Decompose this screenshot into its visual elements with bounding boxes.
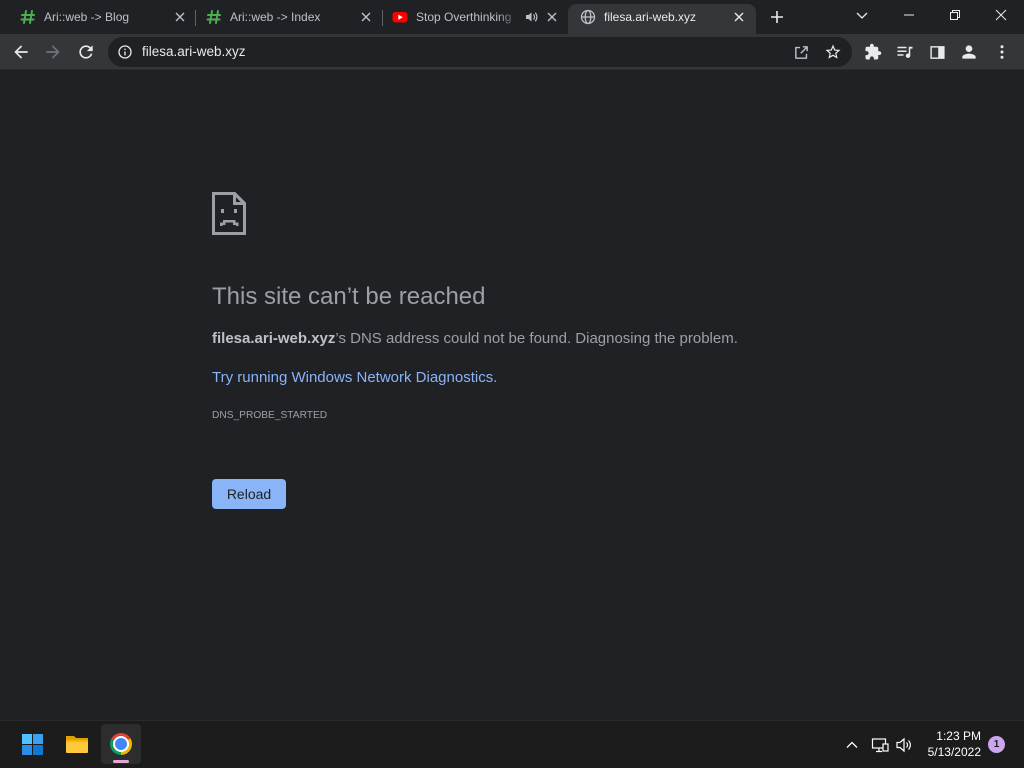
youtube-icon (392, 12, 408, 23)
hash-icon (206, 10, 221, 24)
globe-icon (580, 9, 596, 25)
tab-separator (195, 10, 196, 26)
close-icon (995, 9, 1007, 21)
restore-icon (950, 10, 960, 20)
more-vert-icon (1000, 45, 1004, 59)
tab-search-button[interactable] (846, 0, 878, 30)
close-icon (361, 12, 371, 22)
file-explorer-icon (66, 736, 88, 753)
hash-icon (20, 10, 35, 24)
tab-blog[interactable]: Ari::web -> Blog (12, 4, 198, 34)
tab-separator (382, 10, 383, 26)
puzzle-icon (865, 43, 882, 60)
info-icon[interactable] (117, 44, 133, 60)
close-window-button[interactable] (978, 0, 1024, 30)
profile-icon (962, 45, 976, 59)
close-icon (734, 12, 744, 22)
back-button[interactable] (5, 36, 37, 68)
close-icon (547, 12, 557, 22)
extensions-button[interactable] (857, 36, 889, 68)
error-domain: filesa.ari-web.xyz (212, 330, 336, 347)
tab-title: Stop Overthinking (416, 10, 512, 24)
chrome-taskbar-button[interactable] (101, 724, 141, 764)
start-button[interactable] (12, 724, 52, 764)
reload-page-button[interactable]: Reload (212, 479, 286, 509)
reload-button[interactable] (70, 36, 102, 68)
tab-active-filesa[interactable]: filesa.ari-web.xyz (568, 4, 756, 34)
page-content: This site can’t be reached filesa.ari-we… (0, 70, 1024, 720)
close-icon (175, 12, 185, 22)
chrome-icon (110, 733, 132, 755)
forward-arrow-icon (46, 45, 60, 59)
url-text[interactable]: filesa.ari-web.xyz (142, 37, 246, 67)
media-controls-icon (897, 46, 913, 58)
new-tab-button[interactable] (763, 3, 791, 31)
browser-menu-button[interactable] (986, 36, 1018, 68)
side-panel-icon (929, 45, 945, 59)
taskbar: 1:23 PM 5/13/2022 1 (0, 720, 1024, 768)
profile-button[interactable] (953, 36, 985, 68)
tab-title: filesa.ari-web.xyz (604, 10, 697, 24)
browser-toolbar: filesa.ari-web.xyz (0, 34, 1024, 70)
error-message: filesa.ari-web.xyz’s DNS address could n… (212, 329, 738, 349)
tab-title: Ari::web -> Blog (44, 10, 130, 24)
windows-start-icon (21, 733, 43, 755)
tab-title: Ari::web -> Index (230, 10, 321, 24)
clock-time: 1:23 PM (936, 729, 981, 743)
bookmark-button[interactable] (821, 40, 845, 64)
restore-button[interactable] (932, 0, 978, 30)
show-hidden-icons-button[interactable] (840, 733, 864, 757)
network-button[interactable] (868, 733, 892, 757)
share-button[interactable] (789, 40, 813, 64)
tab-close-button[interactable] (172, 9, 188, 25)
volume-button[interactable] (892, 733, 916, 757)
volume-icon (896, 737, 911, 753)
active-app-indicator (113, 760, 129, 763)
forward-button[interactable] (37, 36, 69, 68)
network-icon (871, 738, 889, 753)
share-icon (794, 45, 808, 59)
network-diagnostics-link[interactable]: Try running Windows Network Diagnostics. (212, 368, 497, 388)
tab-strip: Ari::web -> Blog Ari::web -> Index Stop … (0, 0, 1024, 34)
address-bar[interactable]: filesa.ari-web.xyz (108, 37, 852, 67)
taskbar-clock[interactable]: 1:23 PM 5/13/2022 (918, 728, 981, 760)
error-message-text: ’s DNS address could not be found. Diagn… (335, 330, 738, 347)
reload-icon (79, 45, 93, 59)
error-code: DNS_PROBE_STARTED (212, 410, 328, 421)
chevron-up-icon (846, 741, 858, 748)
sad-page-icon (212, 192, 246, 235)
clock-date: 5/13/2022 (927, 745, 981, 759)
tab-index[interactable]: Ari::web -> Index (198, 4, 384, 34)
media-controls-button[interactable] (889, 36, 921, 68)
tab-close-button[interactable] (358, 9, 374, 25)
error-heading: This site can’t be reached (212, 283, 486, 310)
minimize-button[interactable] (886, 0, 932, 30)
star-icon (825, 44, 841, 59)
tab-close-button[interactable] (544, 9, 560, 25)
minimize-icon (904, 14, 914, 16)
notification-badge[interactable]: 1 (988, 736, 1005, 753)
tab-youtube[interactable]: Stop Overthinking (384, 4, 570, 34)
back-arrow-icon (14, 45, 28, 59)
file-explorer-button[interactable] (57, 724, 97, 764)
tab-close-button[interactable] (731, 9, 747, 25)
speaker-icon[interactable] (523, 9, 539, 25)
chevron-down-icon (856, 12, 868, 19)
plus-icon (771, 11, 783, 23)
side-panel-button[interactable] (921, 36, 953, 68)
